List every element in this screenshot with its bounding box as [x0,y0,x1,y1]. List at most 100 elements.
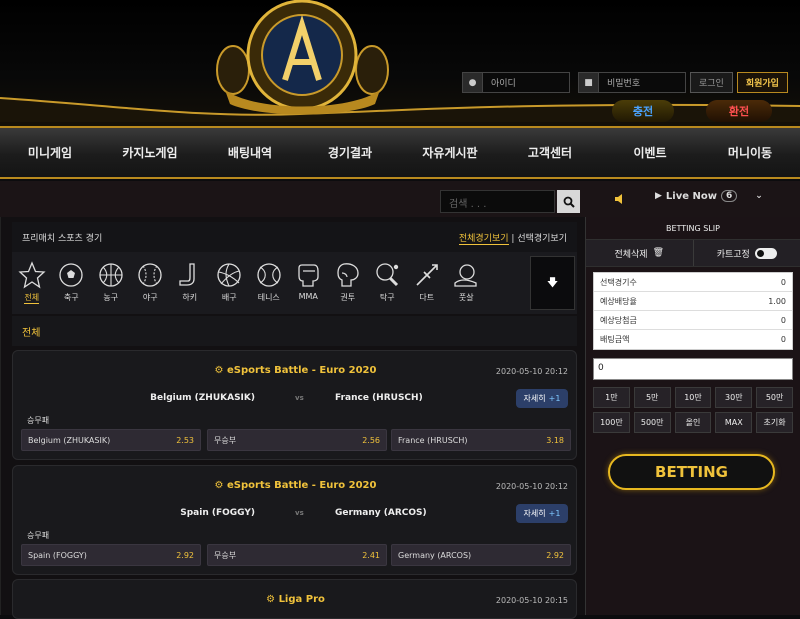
view-selected-link[interactable]: 선택경기보기 [517,234,567,244]
withdraw-button[interactable]: 환전 [706,100,772,122]
table-tennis-icon [373,261,401,289]
boxing-glove-icon [334,261,362,289]
search-button[interactable] [557,190,580,213]
password-field[interactable]: ■ 비밀번호 [578,72,686,93]
chip-300k-button[interactable]: 30만 [715,387,752,408]
sport-tab-hockey[interactable]: 하키 [170,252,210,314]
sport-tab-tennis[interactable]: 테니스 [249,252,289,314]
chip-5m-button[interactable]: 500만 [634,412,671,433]
category-all-bar: 전체 [12,316,577,346]
match-card: ⚙ Liga Pro 2020-05-10 20:15 [12,579,577,619]
chip-10k-button[interactable]: 1만 [593,387,630,408]
sport-tab-basketball[interactable]: 농구 [91,252,131,314]
stat-expected-odds: 예상배당율1.00 [594,292,792,311]
password-placeholder: 비밀번호 [599,76,640,89]
more-markets-count: +1 [549,394,561,403]
star-icon [18,261,46,289]
odd-name: 무승부 [214,550,236,561]
match-time: 2020-05-10 20:12 [496,367,568,376]
login-form: ● 아이디 ■ 비밀번호 로그인 회원가입 [462,72,788,93]
odd-home[interactable]: Belgium (ZHUKASIK)2.53 [21,429,201,451]
speaker-icon[interactable] [614,194,626,204]
nav-betting-history[interactable]: 배팅내역 [200,128,300,177]
odd-name: Germany (ARCOS) [398,551,471,560]
clear-all-button[interactable]: 전체삭제🗑 [586,240,693,266]
chip-500k-button[interactable]: 50만 [756,387,793,408]
sport-tab-soccer[interactable]: 축구 [52,252,92,314]
chevron-down-icon[interactable]: ⌄ [755,191,763,201]
join-button[interactable]: 회원가입 [737,72,788,93]
nav-mini-game[interactable]: 미니게임 [0,128,100,177]
sport-tab-boxing[interactable]: 권투 [328,252,368,314]
odd-away[interactable]: Germany (ARCOS) 2.92 [391,544,571,566]
odd-value: 2.56 [362,436,380,445]
user-id-placeholder: 아이디 [483,76,516,89]
sport-tab-volleyball[interactable]: 배구 [210,252,250,314]
match-league: ⚙ eSports Battle - Euro 2020 [13,365,578,376]
sport-tab-futsal[interactable]: 풋살 [447,252,487,314]
vs-label: vs [295,394,304,402]
chip-50k-button[interactable]: 5만 [634,387,671,408]
toggle-switch[interactable] [755,248,777,259]
match-detail-button[interactable]: 자세히+1 [516,504,568,523]
baseball-icon [136,261,164,289]
main-nav: 미니게임 카지노게임 배팅내역 경기결과 자유게시판 고객센터 이벤트 머니이동 [0,126,800,179]
brand-logo[interactable] [215,0,390,115]
nav-casino-game[interactable]: 카지노게임 [100,128,200,177]
odd-value: 2.92 [546,551,564,560]
nav-money-transfer[interactable]: 머니이동 [700,128,800,177]
trash-icon: 🗑 [653,248,664,258]
sport-tab-baseball[interactable]: 야구 [131,252,171,314]
sport-tab-label: 하키 [182,292,197,303]
sport-tab-label: 다트 [419,292,434,303]
sport-tab-label: 배구 [222,292,237,303]
sport-tab-darts[interactable]: 다트 [407,252,447,314]
nav-events[interactable]: 이벤트 [600,128,700,177]
bet-amount-input[interactable]: 0 [593,358,793,380]
match-time: 2020-05-10 20:15 [496,596,568,605]
user-id-field[interactable]: ● 아이디 [462,72,570,93]
match-league-text: eSports Battle - Euro 2020 [227,480,376,491]
odd-draw[interactable]: 무승부2.41 [207,544,387,566]
betting-slip: BETTING SLIP 전체삭제🗑 카트고정 선택경기수0 예상배당율1.00… [585,217,800,615]
cart-fix-label: 카트고정 [717,247,750,260]
chip-100k-button[interactable]: 10만 [675,387,712,408]
prematch-title: 프리매치 스포츠 경기 [22,231,102,244]
home-team: Spain (FOGGY) [180,508,255,518]
nav-customer-center[interactable]: 고객센터 [500,128,600,177]
max-button[interactable]: MAX [715,412,752,433]
stat-selected-count: 선택경기수0 [594,273,792,292]
stat-bet-amount: 배팅금액0 [594,330,792,349]
match-detail-button[interactable]: 자세히+1 [516,389,568,408]
match-league: ⚙ eSports Battle - Euro 2020 [13,480,578,491]
odd-home[interactable]: Spain (FOGGY)2.92 [21,544,201,566]
sport-tab-table-tennis[interactable]: 탁구 [368,252,408,314]
deposit-button[interactable]: 충전 [612,100,674,122]
sport-more-button[interactable]: 🡇 [530,256,575,310]
betting-button[interactable]: BETTING [608,454,775,490]
search-input[interactable]: 검색 . . . [440,190,555,213]
odd-draw[interactable]: 무승부 2.56 [207,429,387,451]
odd-name: 무승부 [214,435,236,446]
odd-away[interactable]: France (HRUSCH)3.18 [391,429,571,451]
match-league-text: eSports Battle - Euro 2020 [227,365,376,376]
all-in-button[interactable]: 올인 [675,412,712,433]
sport-tab-all[interactable]: 전체 [12,252,52,314]
stat-value: 0 [781,316,786,325]
market-label: 승무패 [27,530,49,541]
away-team: Germany (ARCOS) [335,508,427,518]
nav-match-results[interactable]: 경기결과 [300,128,400,177]
esports-icon: ⚙ [266,594,275,605]
view-all-link[interactable]: 전체경기보기 [459,234,509,245]
reset-button[interactable]: 초기화 [756,412,793,433]
nav-free-board[interactable]: 자유게시판 [400,128,500,177]
cart-fix-toggle[interactable]: 카트고정 [693,240,800,266]
chip-1m-button[interactable]: 100만 [593,412,630,433]
home-team: Belgium (ZHUKASIK) [150,393,255,403]
sport-tab-label: 풋살 [459,292,474,303]
play-icon: ▶ [655,191,662,201]
login-button[interactable]: 로그인 [690,72,733,93]
live-now[interactable]: ▶ Live Now 6 ⌄ [655,190,763,202]
sport-tab-label: 테니스 [258,292,280,303]
sport-tab-mma[interactable]: MMA [289,252,329,314]
